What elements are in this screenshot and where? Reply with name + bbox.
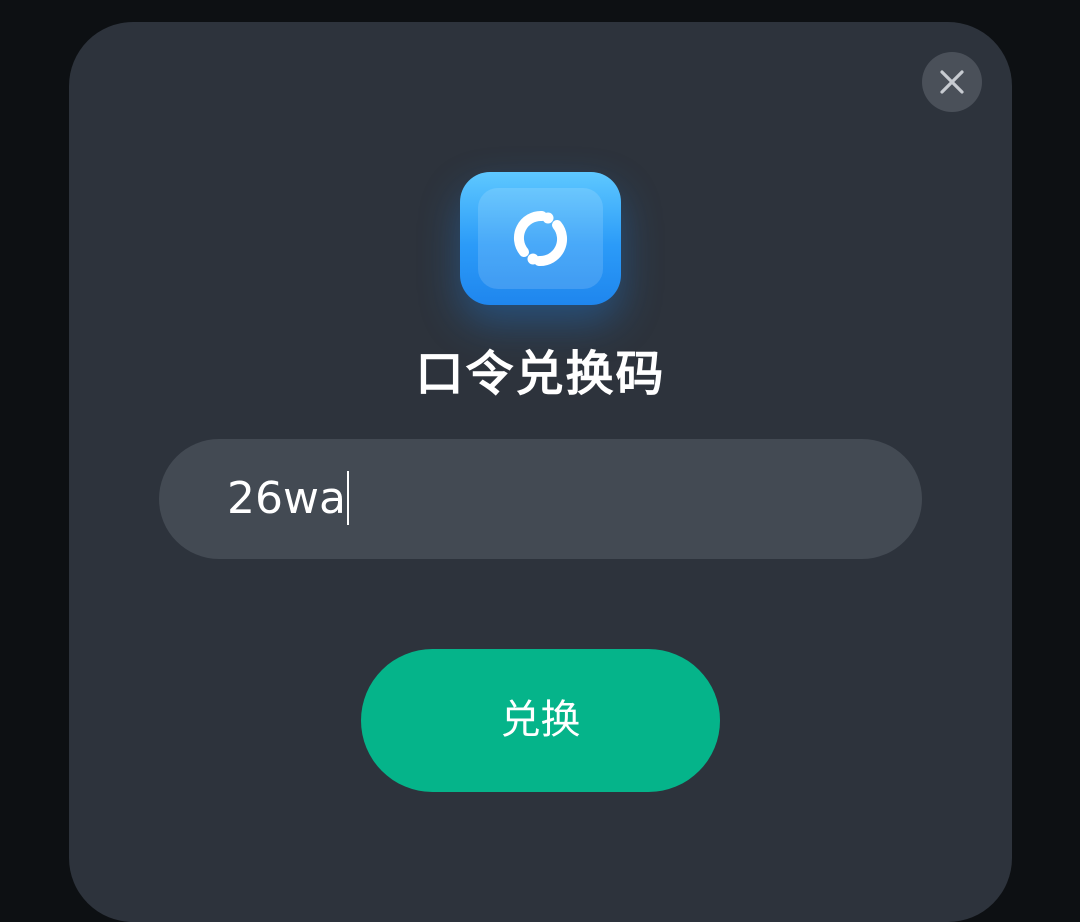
code-input[interactable]: 26wa (227, 439, 349, 559)
redeem-button[interactable]: 兑换 (361, 649, 720, 792)
dialog-title: 口令兑换码 (415, 346, 666, 402)
close-button[interactable] (922, 52, 982, 112)
refresh-arrows-icon (513, 211, 568, 266)
code-input-value: 26wa (227, 473, 346, 524)
text-caret (346, 471, 349, 525)
exchange-ticket-icon (460, 172, 621, 305)
redeem-dialog: 口令兑换码 26wa 兑换 (69, 22, 1012, 922)
close-icon (940, 70, 964, 94)
code-input-field[interactable]: 26wa (159, 439, 922, 559)
